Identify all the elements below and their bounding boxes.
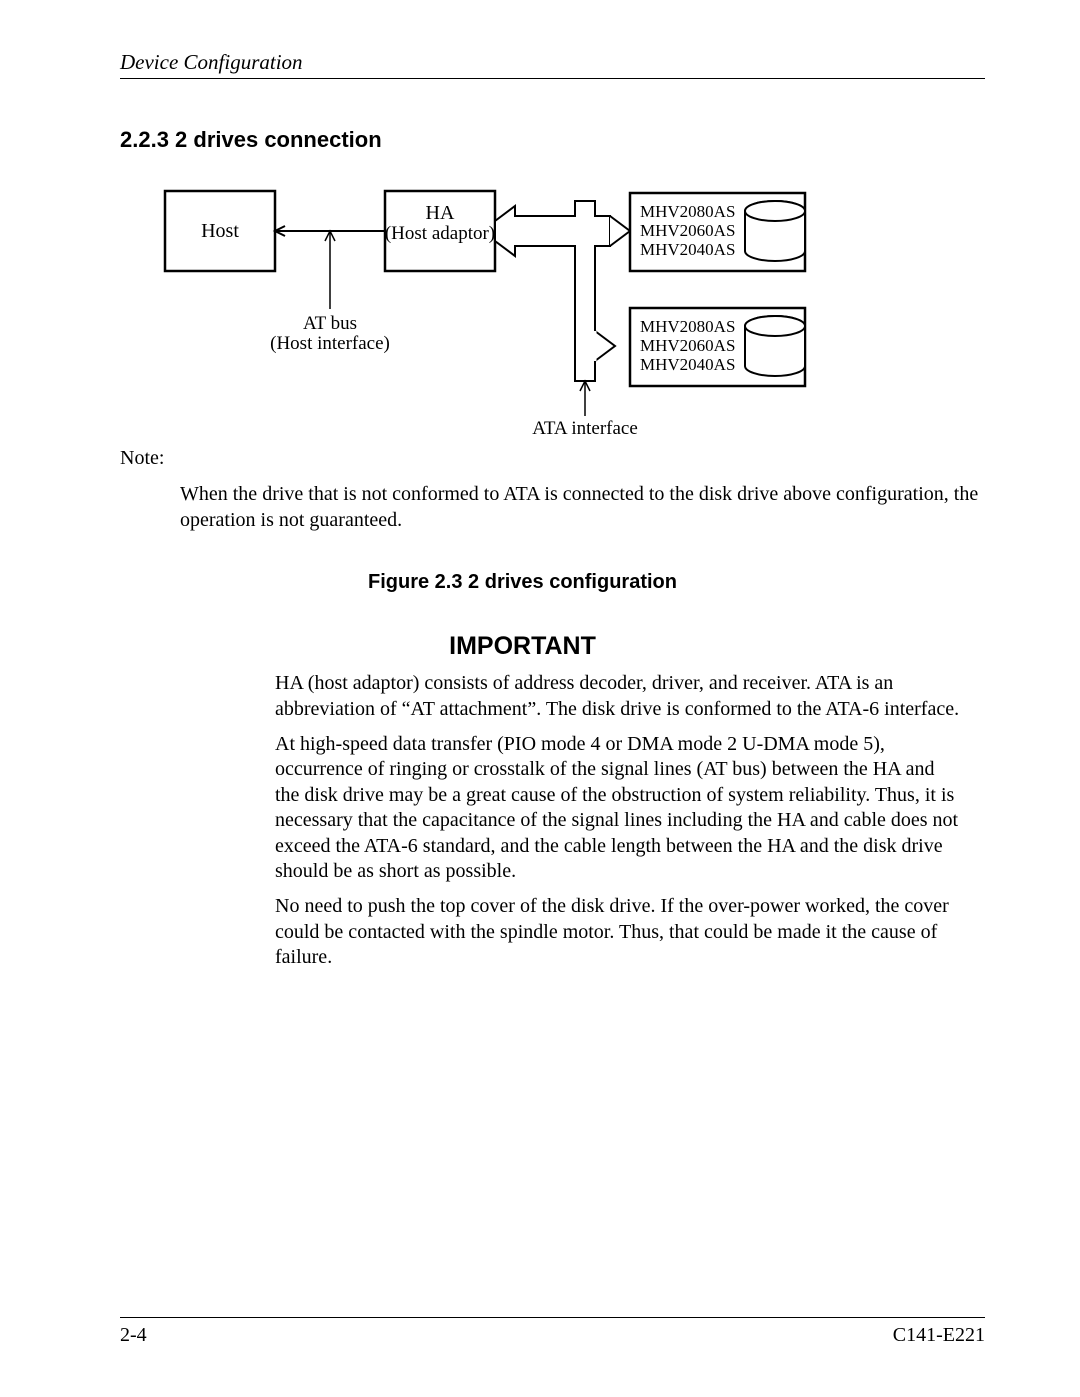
running-header: Device Configuration [120, 50, 985, 79]
drive2-model1: MHV2080AS [640, 317, 735, 336]
important-p1: HA (host adaptor) consists of address de… [275, 671, 960, 722]
page-footer: 2-4 C141-E221 [120, 1317, 985, 1347]
note-body: When the drive that is not conformed to … [180, 482, 985, 533]
drive1-model3: MHV2040AS [640, 240, 735, 259]
page-number: 2-4 [120, 1324, 147, 1347]
disk-icon [745, 201, 805, 261]
figure-caption: Figure 2.3 2 drives configuration [120, 571, 925, 594]
drive1-model2: MHV2060AS [640, 221, 735, 240]
diagram-ata-interface: ATA interface [532, 418, 638, 439]
section-heading: 2.2.3 2 drives connection [120, 127, 985, 153]
diagram-atbus-line1: AT bus [303, 313, 357, 334]
important-heading: IMPORTANT [120, 632, 925, 661]
diagram-ha-line1: HA [426, 202, 455, 224]
page: Device Configuration 2.2.3 2 drives conn… [0, 0, 1080, 1397]
important-p3: No need to push the top cover of the dis… [275, 894, 960, 970]
drive2-model3: MHV2040AS [640, 355, 735, 374]
note-label: Note: [120, 447, 985, 470]
drive1-model1: MHV2080AS [640, 202, 735, 221]
doc-id: C141-E221 [893, 1324, 985, 1347]
diagram-2-drives: Host HA (Host adaptor) AT bus (Host inte… [120, 181, 980, 441]
diagram-host-label: Host [201, 220, 239, 242]
diagram-atbus-line2: (Host interface) [270, 333, 390, 354]
important-p2: At high-speed data transfer (PIO mode 4 … [275, 732, 960, 884]
diagram-ha-line2: (Host adaptor) [385, 223, 495, 244]
important-body: HA (host adaptor) consists of address de… [275, 671, 960, 970]
drive2-model2: MHV2060AS [640, 336, 735, 355]
disk-icon [745, 316, 805, 376]
